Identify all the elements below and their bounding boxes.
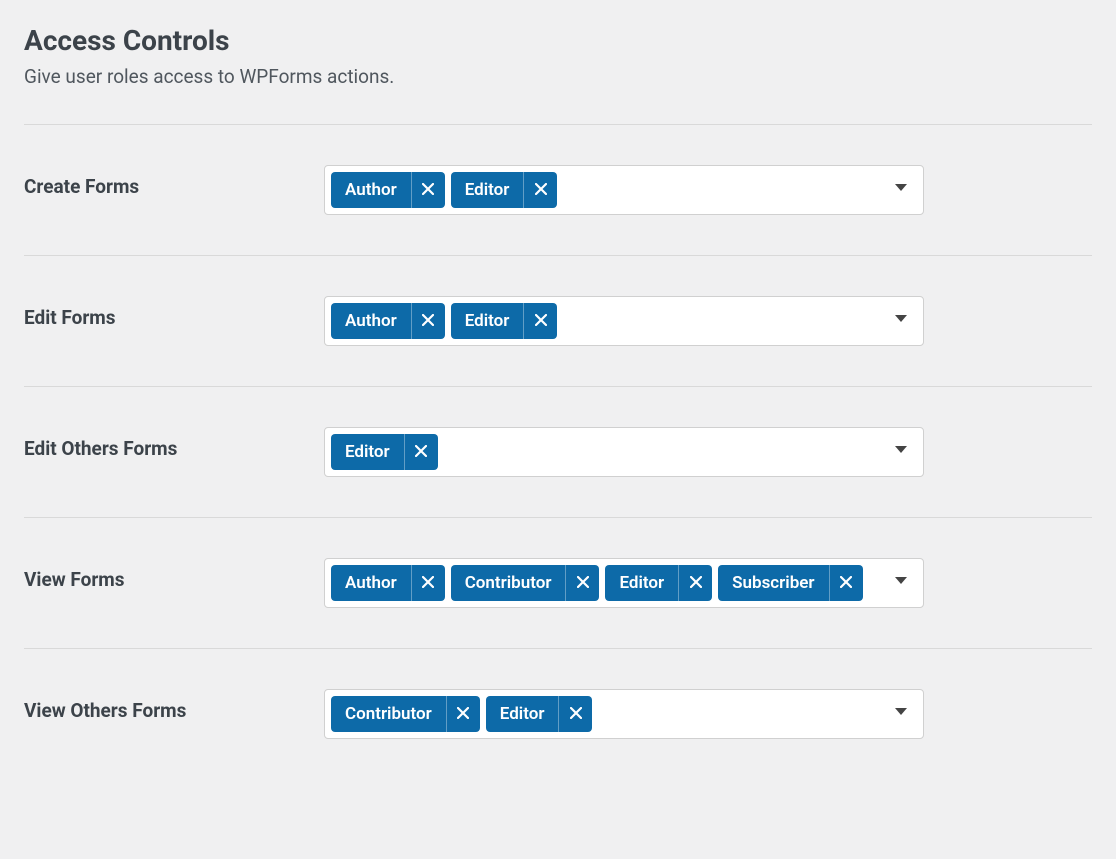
close-icon — [535, 183, 547, 198]
remove-role-button[interactable] — [678, 565, 712, 601]
setting-row-create-forms: Create FormsAuthor Editor — [24, 125, 1092, 255]
setting-row-edit-others-forms: Edit Others FormsEditor — [24, 387, 1092, 517]
role-tag-label: Editor — [605, 565, 678, 601]
chevron-down-icon — [895, 577, 907, 584]
role-tag: Author — [331, 565, 445, 601]
close-icon — [577, 576, 589, 591]
role-tag-label: Author — [331, 565, 411, 601]
role-tag: Author — [331, 172, 445, 208]
remove-role-button[interactable] — [565, 565, 599, 601]
close-icon — [840, 576, 852, 591]
remove-role-button[interactable] — [404, 434, 438, 470]
role-tag: Editor — [331, 434, 438, 470]
role-tag-label: Contributor — [331, 696, 446, 732]
close-icon — [570, 707, 582, 722]
role-tag-label: Editor — [331, 434, 404, 470]
close-icon — [690, 576, 702, 591]
role-tag: Editor — [451, 303, 558, 339]
role-tag-label: Author — [331, 172, 411, 208]
role-multiselect-view-others-forms[interactable]: Contributor Editor — [324, 689, 924, 739]
close-icon — [457, 707, 469, 722]
close-icon — [422, 183, 434, 198]
remove-role-button[interactable] — [411, 303, 445, 339]
page-title: Access Controls — [24, 24, 1092, 57]
role-tag-label: Author — [331, 303, 411, 339]
remove-role-button[interactable] — [558, 696, 592, 732]
role-tag: Editor — [486, 696, 593, 732]
remove-role-button[interactable] — [411, 172, 445, 208]
page-subtitle: Give user roles access to WPForms action… — [24, 65, 1092, 88]
setting-label: View Others Forms — [24, 689, 324, 722]
setting-row-view-forms: View FormsAuthor Contributor Editor Subscri… — [24, 518, 1092, 648]
remove-role-button[interactable] — [523, 172, 557, 208]
close-icon — [422, 314, 434, 329]
role-tag-label: Editor — [451, 303, 524, 339]
setting-label: Edit Others Forms — [24, 427, 324, 460]
remove-role-button[interactable] — [446, 696, 480, 732]
role-tag-label: Editor — [451, 172, 524, 208]
close-icon — [422, 576, 434, 591]
remove-role-button[interactable] — [411, 565, 445, 601]
remove-role-button[interactable] — [829, 565, 863, 601]
remove-role-button[interactable] — [523, 303, 557, 339]
role-tag: Author — [331, 303, 445, 339]
setting-label: Edit Forms — [24, 296, 324, 329]
role-tag: Contributor — [451, 565, 600, 601]
role-tag-label: Contributor — [451, 565, 566, 601]
settings-list: Create FormsAuthorEditorEdit FormsAuthor… — [24, 124, 1092, 779]
role-multiselect-edit-others-forms[interactable]: Editor — [324, 427, 924, 477]
role-tag: Editor — [605, 565, 712, 601]
chevron-down-icon — [895, 708, 907, 715]
setting-row-view-others-forms: View Others FormsContributor Editor — [24, 649, 1092, 779]
chevron-down-icon — [895, 446, 907, 453]
chevron-down-icon — [895, 184, 907, 191]
role-tag: Subscriber — [718, 565, 862, 601]
role-tag: Editor — [451, 172, 558, 208]
role-multiselect-edit-forms[interactable]: Author Editor — [324, 296, 924, 346]
role-multiselect-create-forms[interactable]: Author Editor — [324, 165, 924, 215]
setting-row-edit-forms: Edit FormsAuthor Editor — [24, 256, 1092, 386]
setting-label: Create Forms — [24, 165, 324, 198]
setting-label: View Forms — [24, 558, 324, 591]
role-multiselect-view-forms[interactable]: Author Contributor Editor Subscriber — [324, 558, 924, 608]
role-tag: Contributor — [331, 696, 480, 732]
close-icon — [415, 445, 427, 460]
close-icon — [535, 314, 547, 329]
chevron-down-icon — [895, 315, 907, 322]
role-tag-label: Editor — [486, 696, 559, 732]
role-tag-label: Subscriber — [718, 565, 828, 601]
